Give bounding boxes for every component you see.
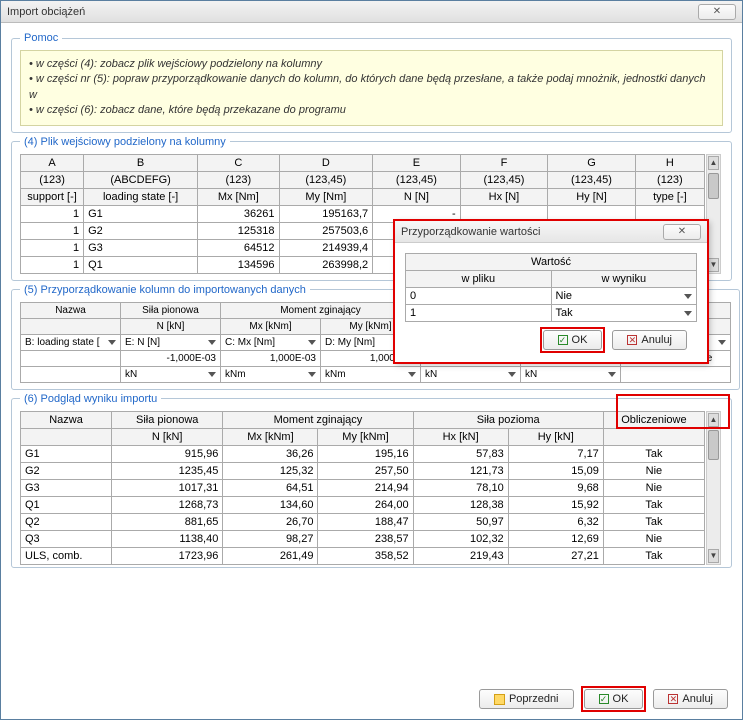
titlebar: Import obciążeń ✕ xyxy=(1,1,742,23)
value-mapping-popup: Przyporządkowanie wartości ✕ Wartość w p… xyxy=(394,220,708,363)
preview-table: Nazwa Siła pionowa Moment zginający Siła… xyxy=(20,411,705,565)
window-title: Import obciążeń xyxy=(7,6,698,18)
combo-result-1[interactable]: Tak xyxy=(551,305,697,322)
s4-h2-G: (123,45) xyxy=(548,171,636,188)
popup-title: Przyporządkowanie wartości xyxy=(401,226,663,238)
combo-mx[interactable]: C: Mx [Nm] xyxy=(221,334,321,350)
unit-my[interactable]: kNm xyxy=(321,366,421,382)
unit-hy[interactable]: kN xyxy=(521,366,621,382)
chevron-down-icon xyxy=(718,340,726,345)
s4-h-E[interactable]: E xyxy=(373,154,461,171)
popup-titlebar: Przyporządkowanie wartości ✕ xyxy=(395,221,707,243)
popup-cancel-button[interactable]: ✕Anuluj xyxy=(612,330,687,350)
s4-h3-G: Hy [N] xyxy=(548,188,636,205)
chevron-down-icon xyxy=(108,340,116,345)
popup-close-button[interactable]: ✕ xyxy=(663,224,701,240)
check-icon: ✓ xyxy=(558,335,568,345)
combo-name[interactable]: B: loading state [ xyxy=(21,334,121,350)
help-box: • w części (4): zobacz plik wejściowy po… xyxy=(20,50,723,126)
s4-h2-D: (123,45) xyxy=(279,171,373,188)
table-row[interactable]: ULS, comb.1723,96261,49358,52219,4327,21… xyxy=(21,547,705,564)
section-6: (6) Podgląd wyniku importu Nazwa Siła pi… xyxy=(11,393,732,568)
section-4-legend: (4) Plik wejściowy podzielony na kolumny xyxy=(20,136,230,148)
chevron-down-icon xyxy=(684,294,692,299)
check-icon: ✓ xyxy=(599,694,609,704)
scroll-up-icon[interactable]: ▲ xyxy=(708,156,719,170)
help-line-1: • w części (4): zobacz plik wejściowy po… xyxy=(29,57,714,72)
chevron-down-icon xyxy=(508,372,516,377)
scroll-up-icon[interactable]: ▲ xyxy=(708,413,719,427)
s4-h3-B: loading state [-] xyxy=(84,188,198,205)
help-legend: Pomoc xyxy=(20,32,62,44)
s4-h-D[interactable]: D xyxy=(279,154,373,171)
import-dialog: Import obciążeń ✕ Pomoc • w części (4): … xyxy=(0,0,743,720)
chevron-down-icon xyxy=(308,340,316,345)
s4-h3-D: My [Nm] xyxy=(279,188,373,205)
previous-button[interactable]: Poprzedni xyxy=(479,689,574,709)
scroll-down-icon[interactable]: ▼ xyxy=(708,258,719,272)
chevron-down-icon xyxy=(684,311,692,316)
chevron-down-icon xyxy=(308,372,316,377)
help-line-3: • w części (6): zobacz dane, które będą … xyxy=(29,103,714,118)
s4-h2-C: (123) xyxy=(198,171,279,188)
combo-result-0[interactable]: Nie xyxy=(551,288,697,305)
s4-h3-F: Hx [N] xyxy=(460,188,548,205)
s4-h3-E: N [N] xyxy=(373,188,461,205)
table-row[interactable]: G21235,45125,32257,50121,7315,09Nie xyxy=(21,462,705,479)
window-close-button[interactable]: ✕ xyxy=(698,4,736,20)
section4-scrollbar[interactable]: ▲ ▼ xyxy=(706,154,721,274)
s4-h2-F: (123,45) xyxy=(460,171,548,188)
scroll-thumb[interactable] xyxy=(708,173,719,199)
section6-scrollbar[interactable]: ▲ ▼ xyxy=(706,411,721,565)
combo-n[interactable]: E: N [N] xyxy=(121,334,221,350)
chevron-down-icon xyxy=(208,372,216,377)
help-section: Pomoc • w części (4): zobacz plik wejści… xyxy=(11,32,732,133)
s4-h-B[interactable]: B xyxy=(84,154,198,171)
s4-h2-B: (ABCDEFG) xyxy=(84,171,198,188)
s4-h3-H: type [-] xyxy=(635,188,704,205)
s4-h2-A: (123) xyxy=(21,171,84,188)
cancel-button[interactable]: ✕Anuluj xyxy=(653,689,728,709)
ok-button[interactable]: ✓OK xyxy=(584,689,644,709)
table-row[interactable]: Q11268,73134,60264,00128,3815,92Tak xyxy=(21,496,705,513)
help-line-2: • w części nr (5): popraw przyporządkowa… xyxy=(29,72,714,103)
chevron-down-icon xyxy=(608,372,616,377)
table-row[interactable]: G31017,3164,51214,9478,109,68Nie xyxy=(21,479,705,496)
s4-h2-E: (123,45) xyxy=(373,171,461,188)
cross-icon: ✕ xyxy=(627,335,637,345)
chevron-down-icon xyxy=(408,372,416,377)
table-row[interactable]: G1915,9636,26195,1657,837,17Tak xyxy=(21,445,705,462)
table-row[interactable]: 1 Tak xyxy=(406,305,697,322)
s4-h2-H: (123) xyxy=(635,171,704,188)
popup-ok-button[interactable]: ✓OK xyxy=(543,330,603,350)
value-map-table: Wartość w pliku w wyniku 0 Nie 1 Tak xyxy=(405,253,697,322)
unit-mx[interactable]: kNm xyxy=(221,366,321,382)
chevron-down-icon xyxy=(208,340,216,345)
s4-h3-C: Mx [Nm] xyxy=(198,188,279,205)
unit-n[interactable]: kN xyxy=(121,366,221,382)
previous-icon xyxy=(494,694,505,705)
s4-h-G[interactable]: G xyxy=(548,154,636,171)
table-row[interactable]: Q31138,4098,27238,57102,3212,69Nie xyxy=(21,530,705,547)
cross-icon: ✕ xyxy=(668,694,678,704)
scroll-down-icon[interactable]: ▼ xyxy=(708,549,719,563)
table-row: kN kNm kNm kN kN xyxy=(21,366,731,382)
table-row[interactable]: Q2881,6526,70188,4750,976,32Tak xyxy=(21,513,705,530)
s4-h3-A: support [-] xyxy=(21,188,84,205)
s4-h-F[interactable]: F xyxy=(460,154,548,171)
s4-h-H[interactable]: H xyxy=(635,154,704,171)
section-6-legend: (6) Podgląd wyniku importu xyxy=(20,393,161,405)
s4-h-A[interactable]: A xyxy=(21,154,84,171)
s4-h-C[interactable]: C xyxy=(198,154,279,171)
scroll-thumb[interactable] xyxy=(708,430,719,460)
unit-hx[interactable]: kN xyxy=(421,366,521,382)
section-5-legend: (5) Przyporządkowanie kolumn do importow… xyxy=(20,284,310,296)
table-row[interactable]: 0 Nie xyxy=(406,288,697,305)
